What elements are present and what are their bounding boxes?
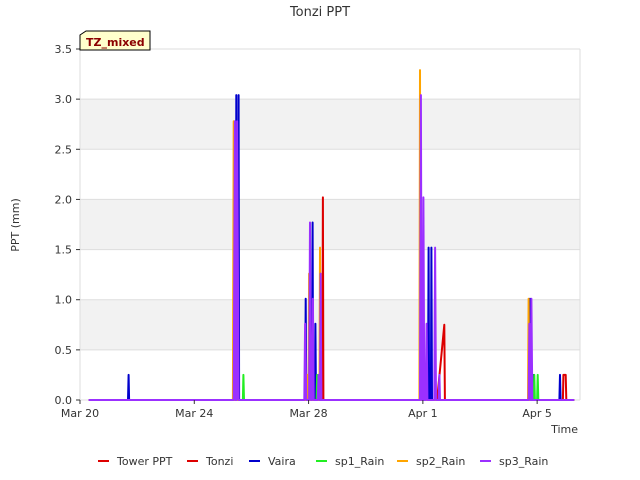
y-tick-label: 3.0	[55, 93, 73, 106]
plot-band	[80, 299, 580, 350]
x-tick-label: Mar 24	[175, 407, 213, 420]
plot-background	[80, 49, 580, 400]
y-tick-label: 0.5	[55, 344, 73, 357]
legend-label: sp2_Rain	[416, 455, 465, 468]
x-tick-label: Apr 5	[522, 407, 552, 420]
chart-svg: Tonzi PPT 0.0 0.5 1.0 1.5 2.0 2.5 3.0 3.5 Mar 2…	[9, 5, 581, 468]
y-tick-label: 1.5	[55, 244, 73, 257]
plot-band	[80, 99, 580, 150]
x-tick-label: Mar 20	[61, 407, 99, 420]
legend-label: sp3_Rain	[499, 455, 548, 468]
plot-band	[80, 149, 580, 200]
y-tick-label: 1.0	[55, 294, 73, 307]
x-axis-ticks: Mar 20 Mar 24 Mar 28 Apr 1 Apr 5	[61, 400, 552, 420]
y-tick-label: 0.0	[55, 394, 73, 407]
y-axis-ticks: 0.0 0.5 1.0 1.5 2.0 2.5 3.0 3.5	[55, 43, 80, 407]
plot-band	[80, 49, 580, 100]
x-tick-label: Apr 1	[408, 407, 438, 420]
legend-label: sp1_Rain	[335, 455, 384, 468]
y-tick-label: 2.0	[55, 193, 73, 206]
legend-label: Tower PPT	[116, 455, 173, 468]
x-tick-label: Mar 28	[289, 407, 327, 420]
y-axis-label: PPT (mm)	[9, 198, 22, 252]
x-axis-label: Time	[550, 423, 578, 436]
legend-label: Tonzi	[205, 455, 233, 468]
site-badge: TZ_mixed	[79, 30, 151, 51]
legend-label: Vaira	[268, 455, 296, 468]
plot-band	[80, 249, 580, 300]
plot-band	[80, 349, 580, 400]
badge-text: TZ_mixed	[86, 36, 145, 49]
legend: Tower PPT Tonzi Vaira sp1_Rain sp2_Rain sp3_R…	[98, 455, 548, 468]
plot-band	[80, 199, 580, 250]
y-tick-label: 3.5	[55, 43, 73, 56]
chart-title: Tonzi PPT	[289, 5, 350, 20]
y-tick-label: 2.5	[55, 143, 73, 156]
